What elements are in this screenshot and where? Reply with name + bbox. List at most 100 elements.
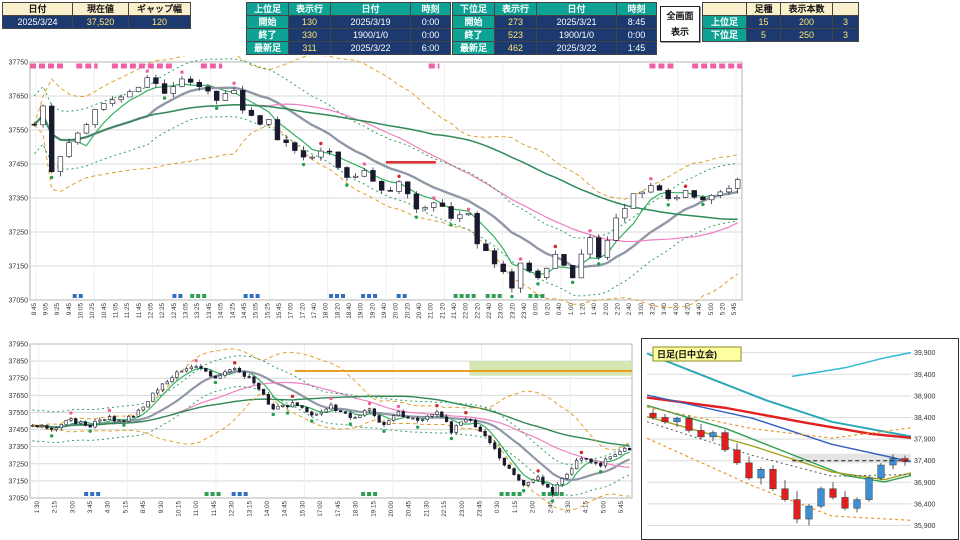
svg-text:36,900: 36,900: [914, 480, 936, 487]
svg-text:15:25: 15:25: [264, 303, 271, 319]
svg-text:9:25: 9:25: [54, 303, 61, 316]
upper-extra-value: 3: [832, 15, 859, 29]
svg-text:13:45: 13:45: [206, 303, 213, 319]
svg-text:37150: 37150: [9, 264, 29, 271]
gap-width-header: ギャップ幅: [128, 2, 191, 16]
svg-text:36,400: 36,400: [914, 501, 936, 508]
end-date: 1900/1/0: [536, 28, 617, 42]
display-rows-header: 表示行: [494, 2, 537, 16]
svg-text:4:00: 4:00: [673, 303, 680, 316]
svg-text:1:30: 1:30: [34, 501, 41, 514]
latest-rows-value: 311: [288, 41, 331, 55]
svg-text:9:30: 9:30: [158, 501, 165, 514]
latest-time: 6:00: [410, 41, 451, 55]
svg-text:2:00: 2:00: [530, 501, 537, 514]
svg-text:11:45: 11:45: [136, 303, 143, 319]
svg-text:37450: 37450: [9, 427, 29, 434]
svg-text:18:40: 18:40: [346, 303, 353, 319]
bar-settings-table: 足種 表示本数 上位足 15 200 3 下位足 5 250 3: [702, 2, 859, 42]
latest-date: 2025/3/22: [536, 41, 617, 55]
current-price-table: 日付 現在値 ギャップ幅 2025/3/24 37,520 120: [2, 2, 191, 29]
blank-header: [702, 2, 747, 16]
svg-text:4:40: 4:40: [696, 303, 703, 316]
svg-text:19:40: 19:40: [381, 303, 388, 319]
svg-text:4:30: 4:30: [105, 501, 112, 514]
svg-text:5:45: 5:45: [731, 303, 738, 316]
svg-text:5:20: 5:20: [720, 303, 727, 316]
svg-text:2:40: 2:40: [626, 303, 633, 316]
svg-text:19:15: 19:15: [370, 501, 377, 517]
svg-text:11:00: 11:00: [193, 501, 200, 517]
svg-text:17:20: 17:20: [299, 303, 306, 319]
svg-text:5:00: 5:00: [600, 501, 607, 514]
latest-bar-label: 最新足: [452, 41, 495, 55]
svg-text:37050: 37050: [9, 496, 29, 503]
svg-text:3:40: 3:40: [661, 303, 668, 316]
svg-text:39,900: 39,900: [914, 350, 936, 357]
svg-text:22:15: 22:15: [441, 501, 448, 517]
latest-rows-value: 462: [494, 41, 537, 55]
lower-bar-type: 5: [746, 28, 781, 42]
fullscreen-button-line1: 全画面: [666, 11, 694, 21]
gap-width-value: 120: [128, 15, 191, 29]
latest-time: 1:45: [616, 41, 657, 55]
fullscreen-button-line2: 表示: [670, 27, 689, 37]
svg-text:20:00: 20:00: [388, 501, 395, 517]
time-col-header: 時刻: [410, 2, 451, 16]
svg-text:20:45: 20:45: [406, 501, 413, 517]
svg-text:11:25: 11:25: [124, 303, 131, 319]
date-header: 日付: [2, 2, 73, 16]
svg-text:12:30: 12:30: [229, 501, 236, 517]
svg-text:22:40: 22:40: [486, 303, 493, 319]
svg-text:23:45: 23:45: [477, 501, 484, 517]
svg-text:14:25: 14:25: [229, 303, 236, 319]
svg-text:5:45: 5:45: [618, 501, 625, 514]
svg-text:12:25: 12:25: [159, 303, 166, 319]
svg-text:14:05: 14:05: [218, 303, 225, 319]
svg-text:2:15: 2:15: [52, 501, 59, 514]
svg-text:23:20: 23:20: [509, 303, 516, 319]
svg-text:14:00: 14:00: [264, 501, 271, 517]
end-time: 0:00: [410, 28, 451, 42]
svg-text:11:05: 11:05: [113, 303, 120, 319]
svg-text:37750: 37750: [9, 60, 29, 67]
svg-text:12:45: 12:45: [171, 303, 178, 319]
svg-text:3:30: 3:30: [565, 501, 572, 514]
end-rows-value: 523: [494, 28, 537, 42]
svg-text:10:15: 10:15: [176, 501, 183, 517]
svg-text:5:15: 5:15: [122, 501, 129, 514]
svg-text:17:40: 17:40: [311, 303, 318, 319]
upper-bar-type: 15: [746, 15, 781, 29]
upper-tf-label: 上位足: [702, 15, 747, 29]
svg-text:5:00: 5:00: [708, 303, 715, 316]
svg-text:21:40: 21:40: [451, 303, 458, 319]
daily-chart: 39,900 39,400 38,900 38,400 37,900 37,400 36,9…: [641, 338, 959, 540]
end-rows-value: 330: [288, 28, 331, 42]
svg-text:37850: 37850: [9, 359, 29, 366]
end-date: 1900/1/0: [330, 28, 411, 42]
svg-text:19:00: 19:00: [358, 303, 365, 319]
svg-text:37950: 37950: [9, 342, 29, 349]
svg-text:13:05: 13:05: [183, 303, 190, 319]
svg-text:23:00: 23:00: [459, 501, 466, 517]
svg-text:37150: 37150: [9, 478, 29, 485]
start-time: 8:45: [616, 15, 657, 29]
svg-text:8:45: 8:45: [140, 501, 147, 514]
end-row-label: 終了: [452, 28, 495, 42]
display-count-header: 表示本数: [780, 2, 833, 16]
svg-text:2:20: 2:20: [614, 303, 621, 316]
svg-text:20:00: 20:00: [393, 303, 400, 319]
svg-text:1:40: 1:40: [591, 303, 598, 316]
svg-text:1:15: 1:15: [512, 501, 519, 514]
lower-tf-header: 下位足: [452, 2, 495, 16]
svg-text:37250: 37250: [9, 461, 29, 468]
fullscreen-button[interactable]: 全画面 表示: [660, 6, 700, 42]
svg-text:38,900: 38,900: [914, 393, 936, 400]
svg-text:21:00: 21:00: [428, 303, 435, 319]
current-value: 37,520: [72, 15, 129, 29]
svg-text:0:20: 0:20: [544, 303, 551, 316]
svg-text:37550: 37550: [9, 128, 29, 135]
svg-text:13:25: 13:25: [194, 303, 201, 319]
svg-text:37350: 37350: [9, 444, 29, 451]
svg-text:10:05: 10:05: [78, 303, 85, 319]
